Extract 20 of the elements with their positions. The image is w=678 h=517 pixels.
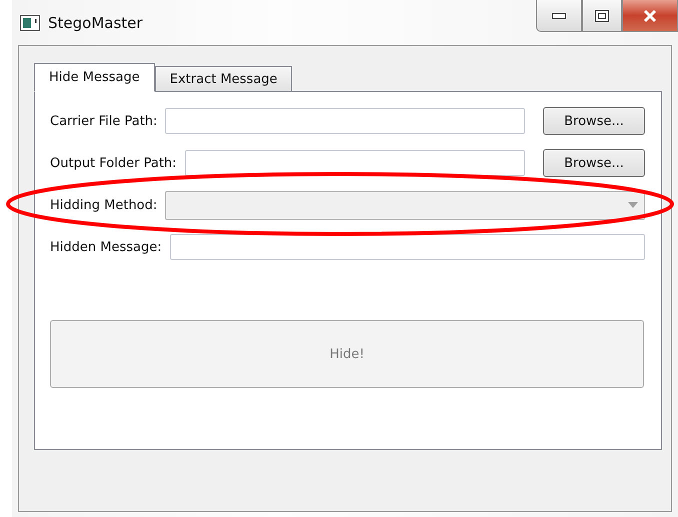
app-icon bbox=[20, 14, 40, 30]
minimize-button[interactable] bbox=[536, 0, 582, 32]
field-label: Carrier File Path: bbox=[50, 114, 158, 128]
maximize-button[interactable] bbox=[582, 0, 622, 32]
close-icon bbox=[642, 8, 658, 22]
close-button[interactable] bbox=[622, 0, 678, 32]
path-field[interactable] bbox=[165, 108, 525, 134]
field-label: Hidding Method: bbox=[50, 198, 158, 212]
dropdown-arrow-icon bbox=[628, 202, 638, 208]
path-field[interactable] bbox=[184, 150, 525, 176]
browse-button[interactable]: Browse... bbox=[543, 149, 645, 177]
field-label: Output Folder Path: bbox=[50, 156, 177, 170]
window-title: StegoMaster bbox=[48, 14, 143, 32]
tab[interactable]: Extract Message bbox=[154, 66, 292, 91]
minimize-icon bbox=[552, 12, 566, 18]
maximize-icon bbox=[595, 10, 609, 22]
tab[interactable]: Hide Message bbox=[34, 63, 155, 92]
browse-button[interactable]: Browse... bbox=[543, 107, 645, 135]
field-label: Hidden Message: bbox=[50, 240, 162, 254]
message-field[interactable] bbox=[170, 234, 645, 260]
